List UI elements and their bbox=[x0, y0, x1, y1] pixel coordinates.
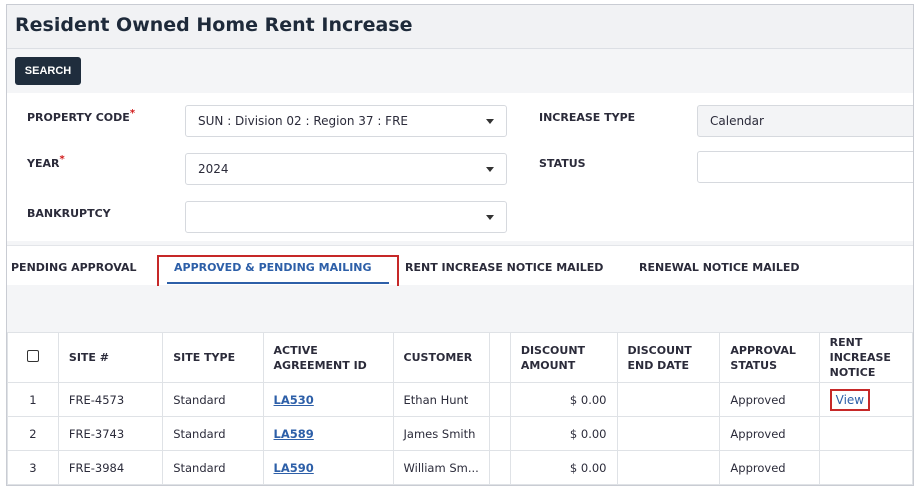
col-site[interactable]: SITE # bbox=[57, 332, 164, 383]
view-notice-link[interactable]: View bbox=[829, 388, 871, 411]
filter-panel: PROPERTY CODE* SUN : Division 02 : Regio… bbox=[7, 93, 913, 241]
results-table: SITE # SITE TYPE ACTIVE AGREEMENT ID CUS… bbox=[7, 332, 913, 485]
discount-end-cell bbox=[616, 382, 721, 417]
year-value: 2024 bbox=[198, 162, 229, 176]
site-type-cell: Standard bbox=[162, 416, 264, 451]
col-discount-amount[interactable]: DISCOUNT AMOUNT bbox=[509, 332, 618, 383]
col-agreement[interactable]: ACTIVE AGREEMENT ID bbox=[262, 332, 394, 383]
required-mark: * bbox=[129, 108, 136, 119]
customer-cell: Ethan Hunt bbox=[392, 382, 490, 417]
col-discount-end[interactable]: DISCOUNT END DATE bbox=[616, 332, 721, 383]
approval-status-cell: Approved bbox=[719, 382, 820, 417]
spacer-cell bbox=[488, 450, 511, 485]
agreement-link[interactable]: LA590 bbox=[274, 461, 314, 475]
discount-end-cell bbox=[616, 416, 721, 451]
notice-cell bbox=[818, 416, 913, 451]
site-cell: FRE-3743 bbox=[57, 416, 164, 451]
select-all-checkbox[interactable] bbox=[26, 349, 39, 362]
col-rent-increase-notice[interactable]: RENT INCREASE NOTICE bbox=[818, 332, 913, 383]
customer-cell: William Sm... bbox=[392, 450, 490, 485]
site-cell: FRE-4573 bbox=[57, 382, 164, 417]
agreement-cell: LA530 bbox=[262, 382, 394, 417]
property-code-label: PROPERTY CODE* bbox=[27, 108, 136, 124]
increase-type-field: Calendar bbox=[697, 105, 913, 137]
site-type-cell: Standard bbox=[162, 382, 264, 417]
approval-status-cell: Approved bbox=[719, 450, 820, 485]
search-button[interactable]: SEARCH bbox=[15, 57, 81, 85]
customer-cell: James Smith bbox=[392, 416, 490, 451]
property-code-select[interactable]: SUN : Division 02 : Region 37 : FRE bbox=[185, 105, 507, 137]
chevron-down-icon bbox=[486, 119, 494, 124]
table-row[interactable]: 2 FRE-3743 Standard LA589 James Smith $ … bbox=[7, 416, 913, 451]
agreement-link[interactable]: LA530 bbox=[274, 393, 314, 407]
page-header: Resident Owned Home Rent Increase bbox=[7, 5, 913, 49]
col-spacer bbox=[488, 332, 511, 383]
property-code-label-text: PROPERTY CODE bbox=[27, 111, 130, 124]
status-select[interactable] bbox=[697, 151, 913, 183]
property-code-value: SUN : Division 02 : Region 37 : FRE bbox=[198, 114, 409, 128]
year-label-text: YEAR bbox=[27, 157, 60, 170]
spacer-cell bbox=[488, 382, 511, 417]
discount-amount-cell: $ 0.00 bbox=[509, 416, 618, 451]
app-frame: Resident Owned Home Rent Increase SEARCH… bbox=[6, 4, 914, 486]
approval-status-cell: Approved bbox=[719, 416, 820, 451]
page-title: Resident Owned Home Rent Increase bbox=[15, 14, 413, 36]
spacer-cell bbox=[488, 416, 511, 451]
chevron-down-icon bbox=[486, 167, 494, 172]
agreement-cell: LA590 bbox=[262, 450, 394, 485]
bankruptcy-label: BANKRUPTCY bbox=[27, 207, 111, 220]
notice-cell bbox=[818, 450, 913, 485]
notice-cell: View bbox=[818, 382, 913, 417]
col-customer[interactable]: CUSTOMER bbox=[392, 332, 490, 383]
table-toolbar-area bbox=[7, 286, 913, 332]
agreement-link[interactable]: LA589 bbox=[274, 427, 314, 441]
agreement-cell: LA589 bbox=[262, 416, 394, 451]
chevron-down-icon bbox=[486, 215, 494, 220]
status-label: STATUS bbox=[539, 157, 586, 170]
row-number: 3 bbox=[7, 450, 59, 485]
col-approval-status[interactable]: APPROVAL STATUS bbox=[719, 332, 820, 383]
table-header-row: SITE # SITE TYPE ACTIVE AGREEMENT ID CUS… bbox=[7, 332, 913, 383]
status-tabs: PENDING APPROVAL APPROVED & PENDING MAIL… bbox=[7, 245, 913, 285]
site-type-cell: Standard bbox=[162, 450, 264, 485]
row-number: 2 bbox=[7, 416, 59, 451]
tab-renewal-notice-mailed[interactable]: RENEWAL NOTICE MAILED bbox=[639, 261, 799, 274]
year-select[interactable]: 2024 bbox=[185, 153, 507, 185]
tab-pending-approval[interactable]: PENDING APPROVAL bbox=[11, 261, 137, 274]
table-row[interactable]: 1 FRE-4573 Standard LA530 Ethan Hunt $ 0… bbox=[7, 382, 913, 417]
row-number: 1 bbox=[7, 382, 59, 417]
discount-amount-cell: $ 0.00 bbox=[509, 450, 618, 485]
discount-amount-cell: $ 0.00 bbox=[509, 382, 618, 417]
tab-rent-increase-notice-mailed[interactable]: RENT INCREASE NOTICE MAILED bbox=[405, 261, 603, 274]
table-row[interactable]: 3 FRE-3984 Standard LA590 William Sm... … bbox=[7, 450, 913, 485]
increase-type-value: Calendar bbox=[710, 114, 764, 128]
bankruptcy-select[interactable] bbox=[185, 201, 507, 233]
discount-end-cell bbox=[616, 450, 721, 485]
year-label: YEAR* bbox=[27, 154, 65, 170]
required-mark: * bbox=[59, 154, 65, 165]
select-all-cell bbox=[7, 332, 59, 383]
increase-type-label: INCREASE TYPE bbox=[539, 111, 636, 124]
site-cell: FRE-3984 bbox=[57, 450, 164, 485]
col-site-type[interactable]: SITE TYPE bbox=[162, 332, 264, 383]
